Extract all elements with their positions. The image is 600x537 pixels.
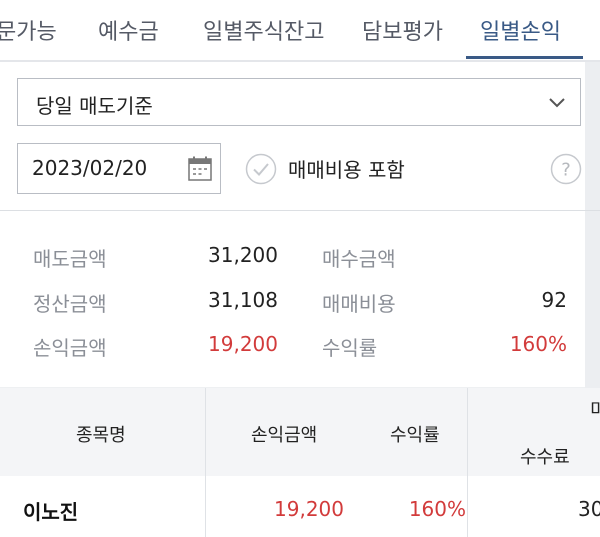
header-stock-name[interactable]: 종목명 bbox=[76, 421, 126, 447]
calendar-icon[interactable] bbox=[188, 156, 212, 182]
column-divider bbox=[205, 476, 206, 537]
fee-value: 92 bbox=[541, 288, 567, 312]
section-divider bbox=[0, 210, 600, 211]
sell-amount-label: 매도금액 bbox=[33, 247, 107, 271]
row-return: 160% bbox=[408, 497, 466, 521]
return-label: 수익률 bbox=[322, 336, 378, 360]
return-value: 160% bbox=[509, 332, 567, 356]
svg-text:?: ? bbox=[561, 160, 571, 181]
tab-collateral[interactable]: 담보평가 bbox=[362, 14, 443, 46]
basis-select-value: 당일 매도기준 bbox=[36, 94, 153, 118]
row-stock-name: 이노진 bbox=[23, 500, 79, 524]
header-fee-top: 미 bbox=[590, 400, 600, 421]
active-tab-indicator bbox=[466, 56, 583, 59]
tab-deposit[interactable]: 예수금 bbox=[98, 14, 159, 46]
pnl-amount-label: 손익금액 bbox=[33, 336, 107, 360]
help-icon[interactable]: ? bbox=[550, 153, 582, 185]
table-header: 종목명 손익금액 수익률 미 수수료 bbox=[0, 388, 600, 476]
sell-amount-value: 31,200 bbox=[208, 243, 278, 267]
tab-orderable[interactable]: 문가능 bbox=[0, 14, 57, 46]
header-return[interactable]: 수익률 bbox=[390, 421, 440, 447]
basis-select[interactable]: 당일 매도기준 bbox=[17, 78, 581, 126]
tab-bar: 문가능 예수금 일별주식잔고 담보평가 일별손익 bbox=[0, 0, 600, 62]
column-divider bbox=[467, 388, 468, 476]
settle-amount-label: 정산금액 bbox=[33, 292, 107, 316]
table-row[interactable]: 이노진 19,200 160% 30 bbox=[0, 476, 600, 537]
row-pnl: 19,200 bbox=[274, 497, 344, 521]
tab-daily-pnl[interactable]: 일별손익 bbox=[480, 14, 561, 46]
tab-daily-balance[interactable]: 일별주식잔고 bbox=[203, 14, 324, 46]
column-divider bbox=[205, 388, 206, 476]
header-pnl[interactable]: 손익금액 bbox=[251, 421, 317, 447]
include-fees-label[interactable]: 매매비용 포함 bbox=[288, 154, 405, 183]
checkmark-circle-icon[interactable] bbox=[245, 153, 277, 185]
column-divider bbox=[467, 476, 468, 537]
row-fee: 30 bbox=[578, 497, 600, 521]
pnl-amount-value: 19,200 bbox=[208, 332, 278, 356]
date-field[interactable]: 2023/02/20 bbox=[17, 143, 221, 194]
chevron-down-icon bbox=[549, 98, 565, 108]
fee-label: 매매비용 bbox=[322, 292, 396, 316]
settle-amount-value: 31,108 bbox=[208, 288, 278, 312]
buy-amount-label: 매수금액 bbox=[322, 247, 396, 271]
date-value: 2023/02/20 bbox=[32, 156, 148, 180]
header-fee[interactable]: 수수료 bbox=[520, 443, 570, 469]
